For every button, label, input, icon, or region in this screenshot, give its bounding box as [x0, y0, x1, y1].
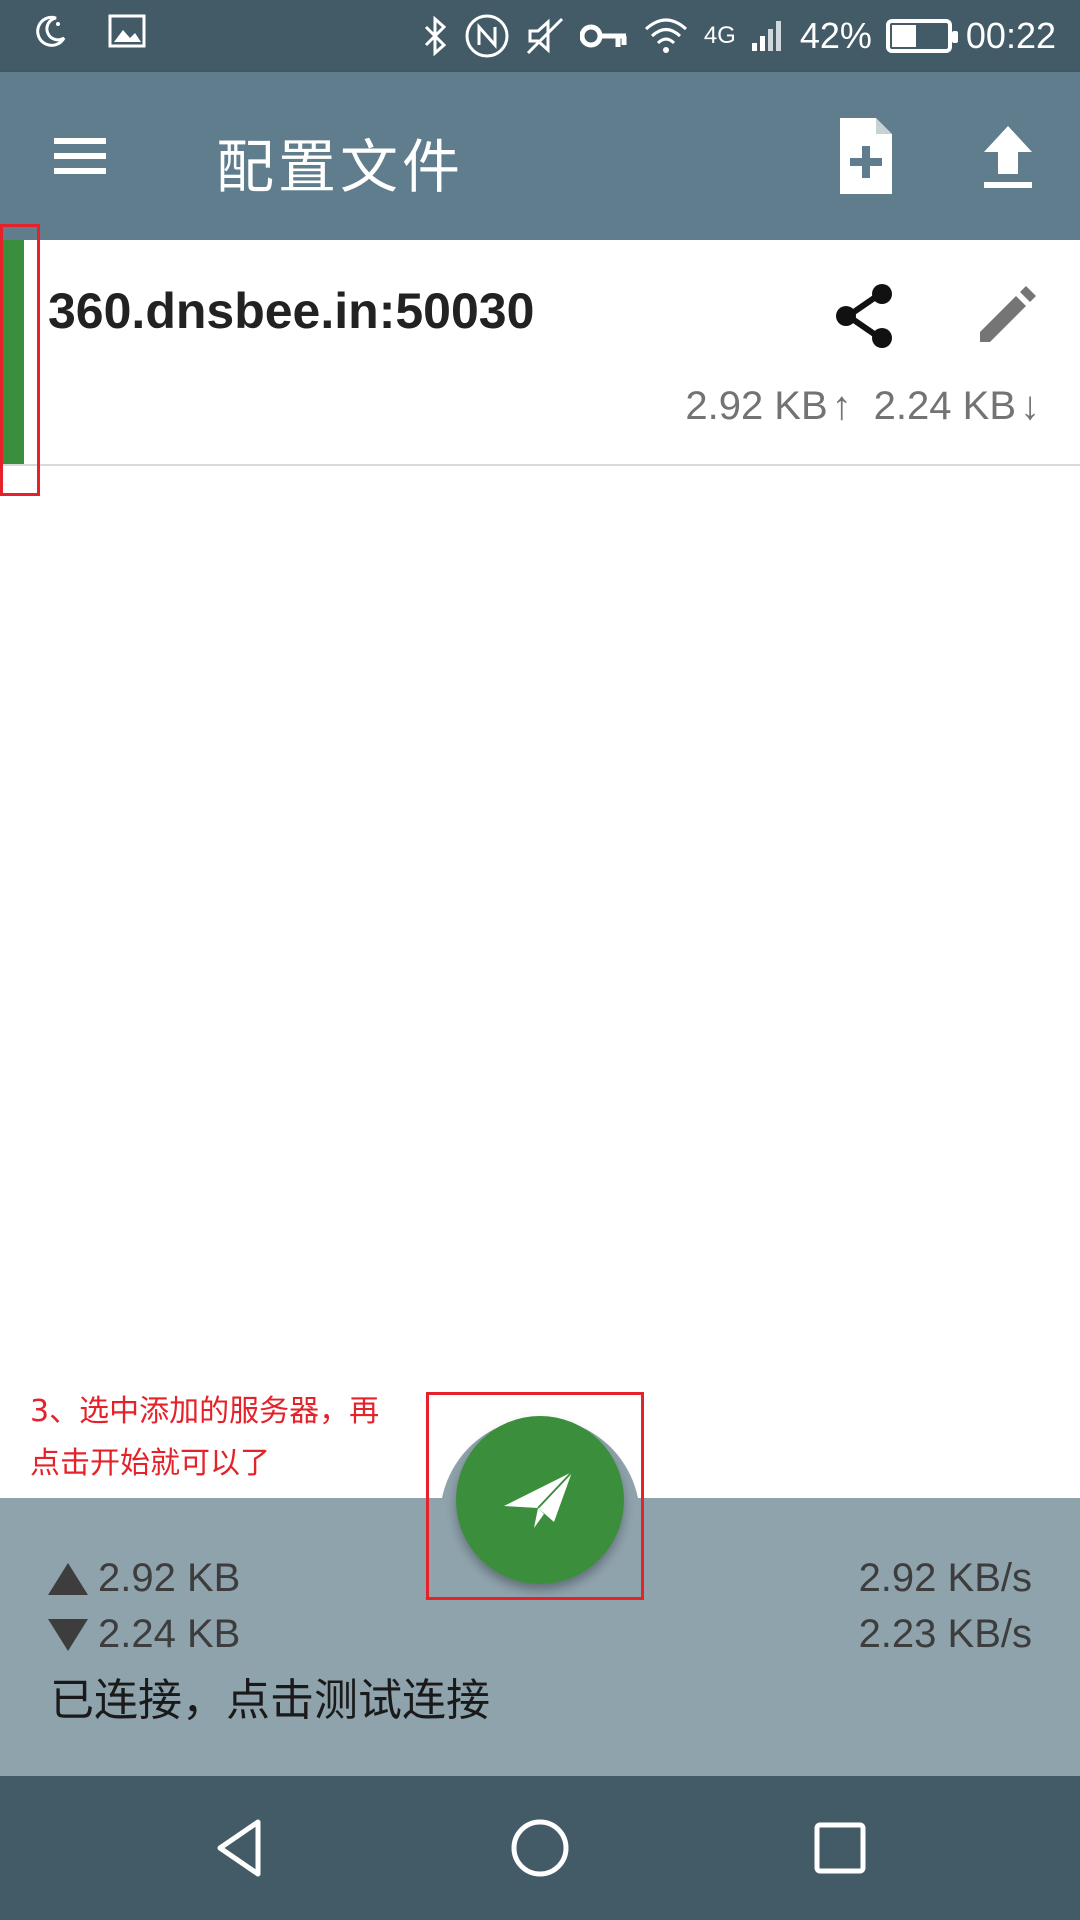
- upload-arrow-icon: ↑: [831, 384, 852, 428]
- navigation-bar: [0, 1776, 1080, 1920]
- profile-upload: 2.92 KB: [685, 384, 828, 428]
- page-title: 配置文件: [216, 133, 465, 201]
- annotation-line-1: 3、选中添加的服务器，再: [30, 1394, 380, 1429]
- download-rate: 2.23 KB/s: [858, 1612, 1032, 1656]
- annotation-highlight-fab: [426, 1392, 644, 1600]
- upload-icon[interactable]: [970, 120, 1046, 196]
- mute-icon: [526, 17, 563, 55]
- add-file-icon[interactable]: [826, 114, 906, 198]
- annotation-highlight-profile: [0, 224, 40, 496]
- app-bar: 配置文件: [0, 72, 1080, 240]
- clock: 00:22: [965, 15, 1056, 56]
- download-total: 2.24 KB: [98, 1612, 241, 1656]
- download-arrow-icon: ↓: [1020, 384, 1040, 428]
- profile-traffic: 2.92 KB ↑ 2.24 KB ↓: [685, 384, 1040, 429]
- profile-name: 360.dnsbee.in:50030: [48, 283, 535, 339]
- profile-card[interactable]: 360.dnsbee.in:50030 2.92 KB ↑ 2.24 KB ↓: [0, 240, 1080, 466]
- recents-icon[interactable]: [804, 1812, 876, 1884]
- back-icon[interactable]: [204, 1812, 276, 1884]
- battery-percent: 42%: [799, 15, 872, 56]
- annotation-line-2: 点击开始就可以了: [30, 1446, 270, 1481]
- edit-icon[interactable]: [972, 282, 1040, 350]
- annotation-text: 3、选中添加的服务器，再 点击开始就可以了: [30, 1386, 430, 1490]
- profile-download: 2.24 KB: [873, 384, 1016, 428]
- status-bar: 4G 42% 00:22: [0, 0, 1080, 72]
- download-total-row: 2.24 KB: [48, 1612, 240, 1657]
- upload-total: 2.92 KB: [98, 1556, 241, 1600]
- upload-total-row: 2.92 KB: [48, 1556, 240, 1601]
- home-icon[interactable]: [504, 1812, 576, 1884]
- hamburger-menu-icon[interactable]: [50, 128, 114, 184]
- vpn-key-icon: [579, 24, 627, 48]
- upload-rate: 2.92 KB/s: [858, 1556, 1032, 1600]
- image-icon: [108, 14, 146, 48]
- nfc-icon: [465, 14, 509, 58]
- upload-triangle-icon: [48, 1562, 88, 1595]
- share-icon[interactable]: [832, 280, 898, 352]
- battery-icon: [885, 19, 958, 53]
- download-triangle-icon: [48, 1618, 88, 1651]
- network-type: 4G: [703, 22, 736, 49]
- connection-status[interactable]: 已连接，点击测试连接: [50, 1664, 490, 1728]
- signal-icon: [751, 21, 781, 51]
- wifi-icon: [644, 18, 687, 53]
- bluetooth-icon: [424, 15, 447, 57]
- moon-icon: [36, 15, 66, 47]
